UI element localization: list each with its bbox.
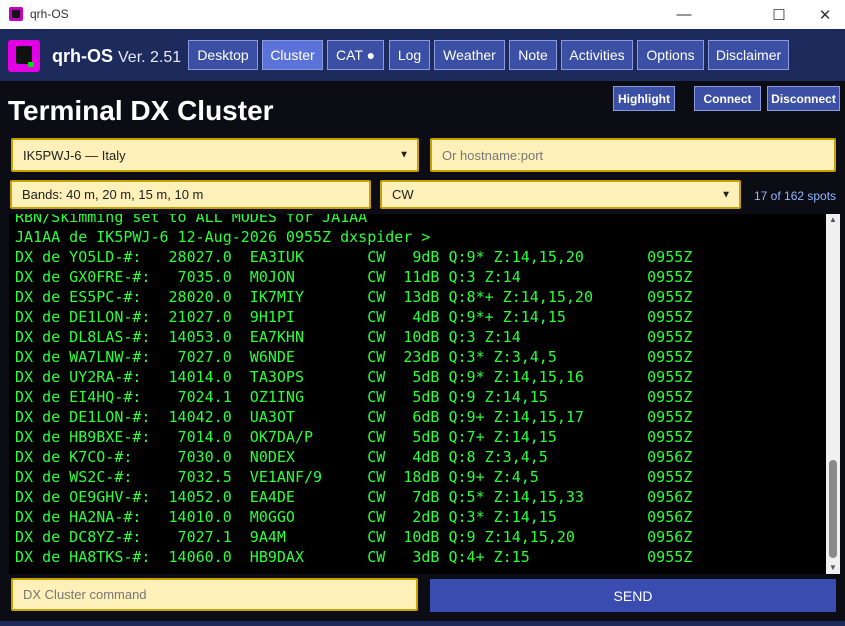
spot-line: DX de YO5LD-#: 28027.0 EA3IUK CW 9dB Q:9…	[15, 248, 693, 266]
app-header: qrh-OS Ver. 2.51 Desktop Cluster CAT ● L…	[0, 29, 845, 81]
command-input[interactable]: DX Cluster command	[11, 578, 418, 611]
app-icon	[9, 7, 23, 21]
terminal-lines: RBN/Skimming set to ALL MODES for JA1AA J…	[15, 214, 692, 567]
spot-line: DX de HA2NA-#: 14010.0 M0GGO CW 2dB Q:3*…	[15, 508, 693, 526]
logo-icon	[8, 40, 40, 72]
maximize-button[interactable]: ☐	[756, 0, 802, 29]
spot-line: DX de HA8TKS-#: 14060.0 HB9DAX CW 3dB Q:…	[15, 548, 693, 566]
spot-line: DX de UY2RA-#: 14014.0 TA3OPS CW 5dB Q:9…	[15, 368, 693, 386]
hostname-input[interactable]: Or hostname:port	[430, 138, 836, 172]
nav-options[interactable]: Options	[637, 40, 704, 70]
spot-line: DX de GX0FRE-#: 7035.0 M0JON CW 11dB Q:3…	[15, 268, 693, 286]
spot-line: DX de DE1LON-#: 14042.0 UA3OT CW 6dB Q:9…	[15, 408, 693, 426]
footer-strip	[0, 621, 845, 626]
version-label: Ver. 2.51	[118, 49, 182, 66]
spot-line: DX de K7CO-#: 7030.0 N0DEX CW 4dB Q:8 Z:…	[15, 448, 693, 466]
send-button[interactable]: SEND	[430, 579, 836, 612]
nav-activities[interactable]: Activities	[561, 40, 633, 70]
spot-line: DX de WS2C-#: 7032.5 VE1ANF/9 CW 18dB Q:…	[15, 468, 693, 486]
terminal-scrollbar[interactable]: ▲ ▼	[826, 214, 840, 574]
spot-line: DX de DE1LON-#: 21027.0 9H1PI CW 4dB Q:9…	[15, 308, 693, 326]
window-title: qrh-OS	[30, 7, 69, 21]
nav-note[interactable]: Note	[509, 40, 557, 70]
hostname-placeholder: Or hostname:port	[442, 147, 544, 163]
nav-weather[interactable]: Weather	[434, 40, 505, 70]
minimize-button[interactable]: —	[661, 0, 707, 29]
server-select-value: IK5PWJ-6 — Italy	[23, 147, 126, 163]
spots-count: 17 of 162 spots	[754, 189, 837, 203]
window-titlebar: qrh-OS — ☐ ✕	[0, 0, 845, 29]
spot-line: DX de DL8LAS-#: 14053.0 EA7KHN CW 10dB Q…	[15, 328, 693, 346]
server-select[interactable]: IK5PWJ-6 — Italy ▼	[11, 138, 419, 172]
mode-select[interactable]: CW ▼	[380, 180, 741, 209]
nav-disclaimer[interactable]: Disclaimer	[708, 40, 789, 70]
scroll-up-icon[interactable]: ▲	[826, 214, 840, 226]
nav-desktop[interactable]: Desktop	[188, 40, 258, 70]
page-title: Terminal DX Cluster	[8, 95, 274, 126]
scroll-thumb[interactable]	[829, 460, 837, 558]
spot-line: DX de OE9GHV-#: 14052.0 EA4DE CW 7dB Q:5…	[15, 488, 693, 506]
chevron-down-icon: ▼	[399, 149, 409, 161]
nav-cluster[interactable]: Cluster	[262, 40, 323, 70]
nav-cat[interactable]: CAT ●	[327, 40, 384, 70]
app-brand: qrh-OS Ver. 2.51	[52, 46, 181, 67]
chevron-down-icon: ▼	[721, 189, 731, 200]
scroll-down-icon[interactable]: ▼	[826, 562, 840, 574]
disconnect-button[interactable]: Disconnect	[767, 86, 840, 111]
highlight-button[interactable]: Highlight	[613, 86, 675, 111]
command-placeholder: DX Cluster command	[23, 587, 147, 602]
brand-name: qrh-OS	[52, 46, 113, 66]
spot-line: DX de ES5PC-#: 28020.0 IK7MIY CW 13dB Q:…	[15, 288, 693, 306]
bands-value: Bands: 40 m, 20 m, 15 m, 10 m	[22, 187, 204, 202]
bands-field[interactable]: Bands: 40 m, 20 m, 15 m, 10 m	[10, 180, 371, 209]
connect-button[interactable]: Connect	[694, 86, 761, 111]
nav-log[interactable]: Log	[389, 40, 430, 70]
spot-line: DX de DC8YZ-#: 7027.1 9A4M CW 10dB Q:9 Z…	[15, 528, 693, 546]
spot-line: DX de HB9BXE-#: 7014.0 OK7DA/P CW 5dB Q:…	[15, 428, 693, 446]
cluster-page: Terminal DX Cluster Highlight Connect Di…	[0, 81, 845, 626]
terminal-output[interactable]: RBN/Skimming set to ALL MODES for JA1AA J…	[9, 214, 840, 574]
terminal-header-line: JA1AA de IK5PWJ-6 12-Aug-2026 0955Z dxsp…	[15, 228, 431, 246]
terminal-header-line: RBN/Skimming set to ALL MODES for JA1AA	[15, 214, 368, 226]
close-button[interactable]: ✕	[802, 0, 845, 29]
spot-line: DX de EI4HQ-#: 7024.1 OZ1ING CW 5dB Q:9 …	[15, 388, 693, 406]
spot-line: DX de WA7LNW-#: 7027.0 W6NDE CW 23dB Q:3…	[15, 348, 693, 366]
mode-select-value: CW	[392, 187, 414, 202]
